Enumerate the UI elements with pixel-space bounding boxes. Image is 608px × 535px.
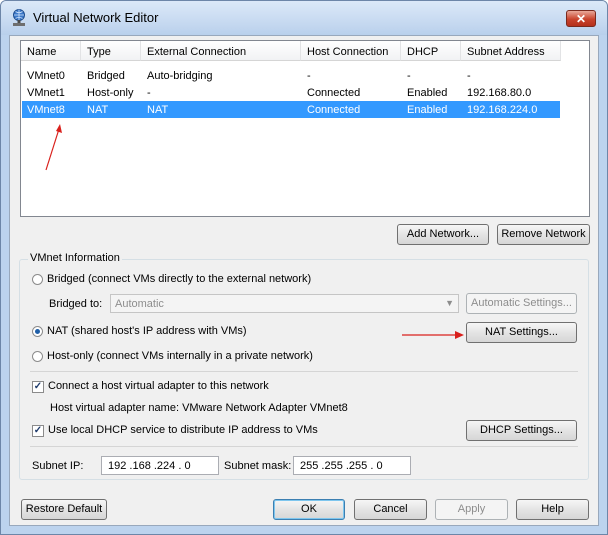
column-header-dhcp[interactable]: DHCP <box>401 41 461 61</box>
divider <box>30 446 578 447</box>
ok-button[interactable]: OK <box>273 499 345 520</box>
table-row-selected[interactable]: VMnet8 NAT NAT Connected Enabled 192.168… <box>22 101 560 118</box>
title-bar[interactable]: Virtual Network Editor ✕ <box>1 1 607 35</box>
bridged-radio[interactable] <box>32 274 43 285</box>
network-globe-icon <box>13 9 25 26</box>
dhcp-settings-button[interactable]: DHCP Settings... <box>466 420 577 441</box>
group-title: VMnet Information <box>28 252 122 264</box>
dialog-body: Name Type External Connection Host Conne… <box>9 35 599 526</box>
restore-default-button[interactable]: Restore Default <box>21 499 107 520</box>
cancel-button[interactable]: Cancel <box>354 499 427 520</box>
dhcp-label: Use local DHCP service to distribute IP … <box>48 424 318 436</box>
help-button[interactable]: Help <box>516 499 589 520</box>
host-only-label: Host-only (connect VMs internally in a p… <box>47 350 313 362</box>
column-header-host-connection[interactable]: Host Connection <box>301 41 401 61</box>
virtual-network-editor-window: Virtual Network Editor ✕ Name Type Exter… <box>0 0 608 535</box>
chevron-down-icon: ▼ <box>445 298 454 308</box>
column-header-type[interactable]: Type <box>81 41 141 61</box>
bridged-to-dropdown[interactable]: Automatic ▼ <box>110 294 459 313</box>
automatic-settings-button[interactable]: Automatic Settings... <box>466 293 577 314</box>
subnet-mask-label: Subnet mask: <box>224 460 292 472</box>
connect-adapter-checkbox[interactable]: ✓ <box>32 381 44 393</box>
network-list[interactable]: Name Type External Connection Host Conne… <box>20 40 590 217</box>
subnet-mask-field[interactable]: 255 .255 .255 . 0 <box>293 456 411 475</box>
bridged-label: Bridged (connect VMs directly to the ext… <box>47 273 312 285</box>
column-header-external-connection[interactable]: External Connection <box>141 41 301 61</box>
close-button[interactable]: ✕ <box>566 10 596 27</box>
nat-settings-button[interactable]: NAT Settings... <box>466 322 577 343</box>
table-row[interactable]: VMnet1 Host-only - Connected Enabled 192… <box>22 84 560 101</box>
annotation-arrow-up <box>45 124 62 171</box>
bridged-to-label: Bridged to: <box>49 298 103 310</box>
adapter-name-text: Host virtual adapter name: VMware Networ… <box>50 402 348 414</box>
close-icon: ✕ <box>575 12 587 26</box>
nat-label: NAT (shared host's IP address with VMs) <box>47 325 247 337</box>
dhcp-checkbox[interactable]: ✓ <box>32 425 44 437</box>
table-row[interactable]: VMnet0 Bridged Auto-bridging - - - <box>22 67 560 84</box>
nat-radio[interactable] <box>32 326 43 337</box>
host-only-radio[interactable] <box>32 351 43 362</box>
column-header-subnet-address[interactable]: Subnet Address <box>461 41 561 61</box>
subnet-ip-label: Subnet IP: <box>32 460 84 472</box>
annotation-arrow-right <box>402 331 464 339</box>
apply-button[interactable]: Apply <box>435 499 508 520</box>
divider <box>30 371 578 372</box>
connect-adapter-label: Connect a host virtual adapter to this n… <box>48 380 269 392</box>
add-network-button[interactable]: Add Network... <box>397 224 489 245</box>
window-title: Virtual Network Editor <box>33 10 159 25</box>
remove-network-button[interactable]: Remove Network <box>497 224 590 245</box>
column-header-name[interactable]: Name <box>21 41 81 61</box>
subnet-ip-field[interactable]: 192 .168 .224 . 0 <box>101 456 219 475</box>
bridged-to-value: Automatic <box>115 298 164 310</box>
